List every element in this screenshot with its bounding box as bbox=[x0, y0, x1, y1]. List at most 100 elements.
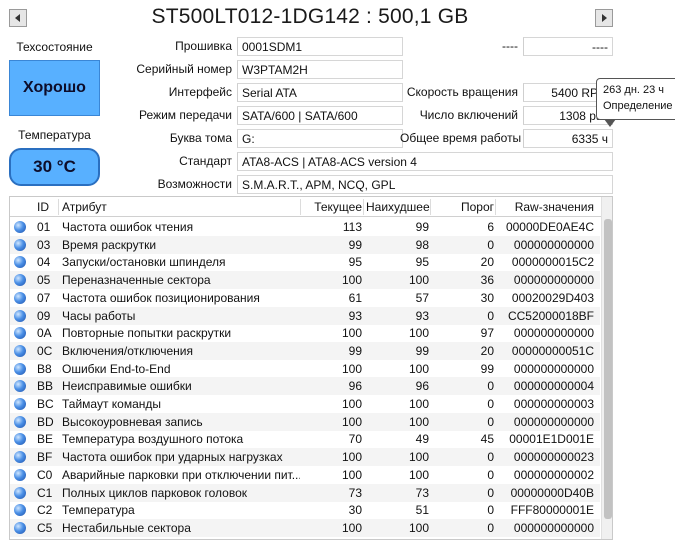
attribute-raw: 00000DE0AE4C bbox=[505, 220, 594, 234]
table-row[interactable]: 03 Время раскрутки 99 98 0 000000000000 bbox=[10, 235, 600, 254]
power-time-tooltip: 263 дн. 23 ч Определение bbox=[596, 78, 675, 120]
attribute-name: Повторные попытки раскрутки bbox=[62, 326, 232, 341]
table-row[interactable]: 09 Часы работы 93 93 0 CC52000018BF bbox=[10, 306, 600, 325]
table-row[interactable]: C0 Аварийные парковки при отключении пит.… bbox=[10, 466, 600, 484]
attribute-worst: 99 bbox=[415, 343, 429, 358]
table-row[interactable]: BE Температура воздушного потока 70 49 45 000… bbox=[10, 430, 600, 448]
table-row[interactable]: C1 Полных циклов парковок головок 73 73 0 000… bbox=[10, 483, 600, 502]
table-row[interactable]: B8 Ошибки End-to-End 100 100 99 000000000000 bbox=[10, 360, 600, 378]
attribute-id: C0 bbox=[37, 467, 53, 482]
standard-label: Стандарт bbox=[179, 154, 232, 168]
table-row[interactable]: 01 Частота ошибок чтения 113 99 6 00000DE0AE4… bbox=[10, 218, 600, 236]
attribute-threshold: 0 bbox=[487, 237, 494, 252]
attribute-threshold: 0 bbox=[487, 397, 494, 411]
attribute-id: C1 bbox=[37, 485, 53, 500]
features-label: Возможности bbox=[157, 177, 232, 191]
status-dot-icon bbox=[14, 274, 26, 287]
column-header-id[interactable]: ID bbox=[37, 197, 49, 217]
attribute-raw: 000000000000 bbox=[513, 414, 594, 429]
attribute-threshold: 0 bbox=[487, 467, 494, 482]
attribute-id: 04 bbox=[37, 255, 51, 270]
column-header-worst[interactable]: Наихудшее bbox=[366, 197, 430, 217]
attribute-id: B8 bbox=[37, 361, 52, 376]
table-row[interactable]: BD Высокоуровневая запись 100 100 0 000000000… bbox=[10, 412, 600, 431]
table-header: ID Атрибут Текущее Наихудшее Порог Raw-з… bbox=[10, 197, 612, 217]
attribute-id: 09 bbox=[37, 308, 51, 323]
attribute-id: BF bbox=[37, 450, 53, 465]
attribute-name: Переназначенные сектора bbox=[62, 273, 211, 288]
attribute-threshold: 20 bbox=[480, 343, 494, 358]
scrollbar-thumb[interactable] bbox=[604, 219, 612, 519]
attribute-worst: 51 bbox=[415, 503, 429, 518]
table-row[interactable]: C5 Нестабильные сектора 100 100 0 00000000000… bbox=[10, 518, 600, 537]
table-row[interactable]: 0C Включения/отключения 99 99 20 00000000051C bbox=[10, 341, 600, 360]
attribute-current: 100 bbox=[341, 450, 362, 465]
serial-value: W3PTAM2H bbox=[237, 60, 403, 79]
column-header-raw[interactable]: Raw-значения bbox=[506, 197, 594, 217]
attribute-current: 99 bbox=[348, 343, 362, 358]
attribute-current: 113 bbox=[342, 220, 362, 234]
smart-attributes-table[interactable]: ID Атрибут Текущее Наихудшее Порог Raw-з… bbox=[9, 196, 613, 540]
status-dot-icon bbox=[14, 238, 26, 251]
attribute-name: Включения/отключения bbox=[62, 343, 193, 358]
attribute-name: Температура bbox=[62, 503, 135, 518]
attribute-threshold: 0 bbox=[487, 450, 494, 465]
temperature-status-button[interactable]: 30 °C bbox=[9, 148, 100, 186]
attribute-worst: 100 bbox=[408, 326, 429, 341]
attribute-raw: 000000000002 bbox=[513, 467, 594, 482]
attribute-threshold: 0 bbox=[487, 414, 494, 429]
firmware-value: 0001SDM1 bbox=[237, 37, 403, 56]
attribute-current: 100 bbox=[341, 467, 362, 482]
attribute-current: 61 bbox=[348, 290, 362, 305]
attribute-worst: 100 bbox=[408, 397, 429, 411]
next-disk-button[interactable] bbox=[595, 9, 613, 27]
attribute-worst: 100 bbox=[408, 467, 429, 482]
transfer-mode-value: SATA/600 | SATA/600 bbox=[237, 106, 403, 125]
attribute-threshold: 6 bbox=[487, 220, 494, 234]
column-header-current[interactable]: Текущее bbox=[308, 197, 362, 217]
attribute-id: BD bbox=[37, 414, 54, 429]
attribute-current: 100 bbox=[341, 414, 362, 429]
attribute-name: Частота ошибок позиционирования bbox=[62, 290, 260, 305]
table-row[interactable]: C2 Температура 30 51 0 FFF80000001E bbox=[10, 501, 600, 519]
table-row[interactable]: BF Частота ошибок при ударных нагрузках 10… bbox=[10, 448, 600, 467]
attribute-current: 96 bbox=[348, 379, 362, 394]
power-on-hours-label: Общее время работы bbox=[400, 131, 522, 145]
table-row[interactable]: BB Неисправимые ошибки 96 96 0 000000000004 bbox=[10, 377, 600, 396]
table-row[interactable]: 05 Переназначенные сектора 100 100 36 0000000… bbox=[10, 271, 600, 290]
attribute-threshold: 0 bbox=[487, 308, 494, 323]
attribute-name: Таймаут команды bbox=[62, 397, 162, 411]
status-dot-icon bbox=[14, 433, 26, 446]
table-row[interactable]: 04 Запуски/остановки шпинделя 95 95 20 000000… bbox=[10, 253, 600, 271]
attribute-raw: CC52000018BF bbox=[507, 308, 594, 323]
table-row[interactable]: 0A Повторные попытки раскрутки 100 100 97 000… bbox=[10, 324, 600, 342]
attribute-raw: 00000000D40B bbox=[510, 485, 594, 500]
unknown-label: ---- bbox=[502, 39, 518, 53]
attribute-raw: 000000000023 bbox=[513, 450, 594, 465]
attribute-raw: 000000000000 bbox=[513, 326, 594, 341]
status-dot-icon bbox=[14, 327, 26, 340]
attribute-id: BB bbox=[37, 379, 54, 394]
rotation-speed-label: Скорость вращения bbox=[406, 85, 518, 99]
status-dot-icon bbox=[14, 504, 26, 517]
attribute-name: Часы работы bbox=[62, 308, 136, 323]
status-dot-icon bbox=[14, 362, 26, 375]
vertical-scrollbar[interactable] bbox=[601, 197, 612, 539]
column-header-attribute[interactable]: Атрибут bbox=[62, 197, 107, 217]
table-row[interactable]: BC Таймаут команды 100 100 0 000000000003 bbox=[10, 395, 600, 413]
attribute-worst: 100 bbox=[408, 450, 429, 465]
attribute-id: 0C bbox=[37, 343, 53, 358]
attribute-id: 0A bbox=[37, 326, 52, 341]
features-value: S.M.A.R.T., APM, NCQ, GPL bbox=[237, 175, 613, 194]
status-dot-icon bbox=[14, 380, 26, 393]
column-header-threshold[interactable]: Порог bbox=[434, 197, 494, 217]
health-status-button[interactable]: Хорошо bbox=[9, 60, 100, 116]
attribute-threshold: 0 bbox=[487, 520, 494, 535]
table-row[interactable]: 07 Частота ошибок позиционирования 61 57 30 0… bbox=[10, 289, 600, 307]
attribute-current: 70 bbox=[348, 432, 362, 447]
attribute-name: Полных циклов парковок головок bbox=[62, 485, 248, 500]
attribute-name: Частота ошибок при ударных нагрузках bbox=[62, 450, 283, 465]
attribute-threshold: 30 bbox=[480, 290, 494, 305]
attribute-raw: 000000000000 bbox=[513, 361, 594, 376]
attribute-current: 99 bbox=[348, 237, 362, 252]
